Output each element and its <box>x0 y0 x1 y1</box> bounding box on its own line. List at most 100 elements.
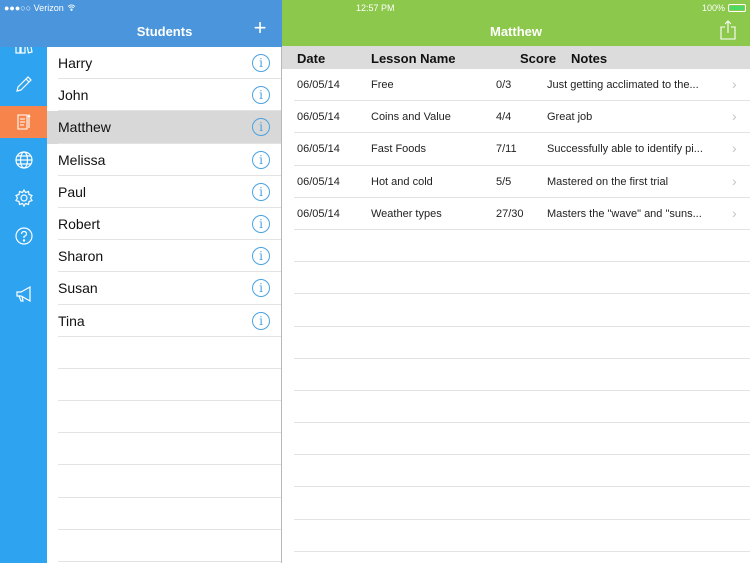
lesson-name: Free <box>371 79 394 91</box>
report-icon <box>16 113 30 130</box>
info-icon[interactable]: i <box>252 86 270 105</box>
info-icon[interactable]: i <box>252 150 270 169</box>
detail-header: 12:57 PM 100% Matthew <box>282 0 750 46</box>
column-date[interactable]: Date <box>297 51 325 66</box>
lesson-row[interactable]: 06/05/14 Weather types 27/30 Masters the "w… <box>282 198 750 231</box>
gear-icon <box>14 188 33 208</box>
lesson-notes: Just getting acclimated to the... <box>547 79 699 91</box>
lesson-notes: Masters the "wave" and "suns... <box>547 207 702 220</box>
student-row[interactable]: Paul i <box>47 176 281 209</box>
lesson-score: 7/11 <box>496 143 517 156</box>
lesson-name: Coins and Value <box>371 111 451 124</box>
empty-row <box>47 530 281 563</box>
empty-row <box>282 327 750 359</box>
info-icon[interactable]: i <box>252 118 270 137</box>
wifi-icon <box>67 3 76 13</box>
lesson-score: 0/3 <box>496 79 512 91</box>
lesson-row[interactable]: 06/05/14 Coins and Value 4/4 Great job › <box>282 101 750 134</box>
lesson-date: 06/05/14 <box>297 175 340 188</box>
lesson-date: 06/05/14 <box>297 143 340 156</box>
sidebar-item-help[interactable] <box>0 220 47 252</box>
sidebar <box>0 0 47 563</box>
lesson-date: 06/05/14 <box>297 207 340 220</box>
globe-icon <box>14 151 33 169</box>
share-button[interactable] <box>720 20 736 40</box>
student-name: Susan <box>58 280 98 297</box>
student-name: Harry <box>58 55 93 72</box>
chevron-right-icon: › <box>732 108 737 125</box>
status-battery: 100% <box>702 3 746 13</box>
student-row[interactable]: Sharon i <box>47 240 281 273</box>
student-name: Paul <box>58 183 87 200</box>
empty-row <box>47 369 281 402</box>
student-row[interactable]: Harry i <box>47 47 281 80</box>
empty-row <box>47 337 281 370</box>
student-name-title: Matthew <box>490 24 542 39</box>
student-name: Robert <box>58 216 101 233</box>
battery-percent: 100% <box>701 3 725 13</box>
lesson-list: 06/05/14 Free 0/3 Just getting acclimated t… <box>282 69 750 553</box>
empty-row <box>282 294 750 327</box>
status-time: 12:57 PM <box>356 3 395 13</box>
lesson-score: 27/30 <box>496 207 524 220</box>
empty-row <box>282 359 750 392</box>
battery-icon <box>728 4 746 12</box>
lesson-date: 06/05/14 <box>297 111 340 124</box>
column-header: Date Lesson Name Score Notes <box>282 46 750 69</box>
student-row[interactable]: Melissa i <box>47 144 281 176</box>
student-row[interactable]: Matthew i <box>47 111 281 144</box>
info-icon[interactable]: i <box>252 279 270 298</box>
empty-row <box>282 455 750 488</box>
student-name: Melissa <box>58 151 106 168</box>
lesson-notes: Mastered on the first trial <box>547 175 669 188</box>
lesson-notes: Great job <box>547 111 593 124</box>
carrier-label: ●●●○○ Verizon <box>4 3 64 13</box>
student-name: Matthew <box>58 119 111 136</box>
lesson-date: 06/05/14 <box>297 79 340 91</box>
lesson-name: Weather types <box>371 207 442 220</box>
empty-row <box>47 433 281 466</box>
empty-row <box>47 465 281 498</box>
info-icon[interactable]: i <box>252 182 270 201</box>
sidebar-item-edit[interactable] <box>0 68 47 100</box>
lesson-row[interactable]: 06/05/14 Fast Foods 7/11 Successfully able … <box>282 133 750 166</box>
lesson-row[interactable]: 06/05/14 Hot and cold 5/5 Mastered on the f… <box>282 166 750 198</box>
info-icon[interactable]: i <box>252 247 270 266</box>
empty-row <box>282 520 750 553</box>
student-row[interactable]: Robert i <box>47 208 281 241</box>
students-header: ●●●○○ Verizon Students + <box>0 0 282 47</box>
chevron-right-icon: › <box>732 76 737 92</box>
info-icon[interactable]: i <box>252 54 270 72</box>
lesson-name: Hot and cold <box>371 175 433 188</box>
student-name: John <box>58 87 89 104</box>
status-carrier: ●●●○○ Verizon <box>4 3 76 13</box>
empty-row <box>47 401 281 434</box>
info-icon[interactable]: i <box>252 214 270 233</box>
pencil-icon <box>15 76 32 92</box>
student-name: Sharon <box>58 248 104 265</box>
lesson-score: 4/4 <box>496 111 512 124</box>
column-score[interactable]: Score <box>520 51 556 66</box>
chevron-right-icon: › <box>732 172 737 189</box>
student-row[interactable]: Susan i <box>47 272 281 305</box>
sidebar-item-reports[interactable] <box>0 106 47 138</box>
lesson-row[interactable]: 06/05/14 Free 0/3 Just getting acclimated t… <box>282 69 750 102</box>
student-row[interactable]: Tina i <box>47 305 281 337</box>
empty-row <box>282 230 750 263</box>
column-notes[interactable]: Notes <box>571 51 607 66</box>
sidebar-item-web[interactable] <box>0 144 47 176</box>
empty-row <box>282 262 750 295</box>
sidebar-item-settings[interactable] <box>0 182 47 214</box>
sidebar-item-announcements[interactable] <box>0 278 47 310</box>
student-name: Tina <box>58 312 85 329</box>
lesson-score: 5/5 <box>496 175 512 188</box>
column-lesson-name[interactable]: Lesson Name <box>371 51 456 66</box>
student-row[interactable]: John i <box>47 79 281 112</box>
students-title: Students <box>136 24 193 39</box>
info-icon[interactable]: i <box>252 311 270 330</box>
add-student-button[interactable]: + <box>250 17 270 39</box>
detail-panel: 12:57 PM 100% Matthew Date Lesson Name S… <box>282 0 750 563</box>
help-icon <box>14 227 33 245</box>
empty-row <box>282 391 750 424</box>
student-list: Harry i John i Matthew i Melissa i Paul i Robert i S… <box>47 47 281 563</box>
